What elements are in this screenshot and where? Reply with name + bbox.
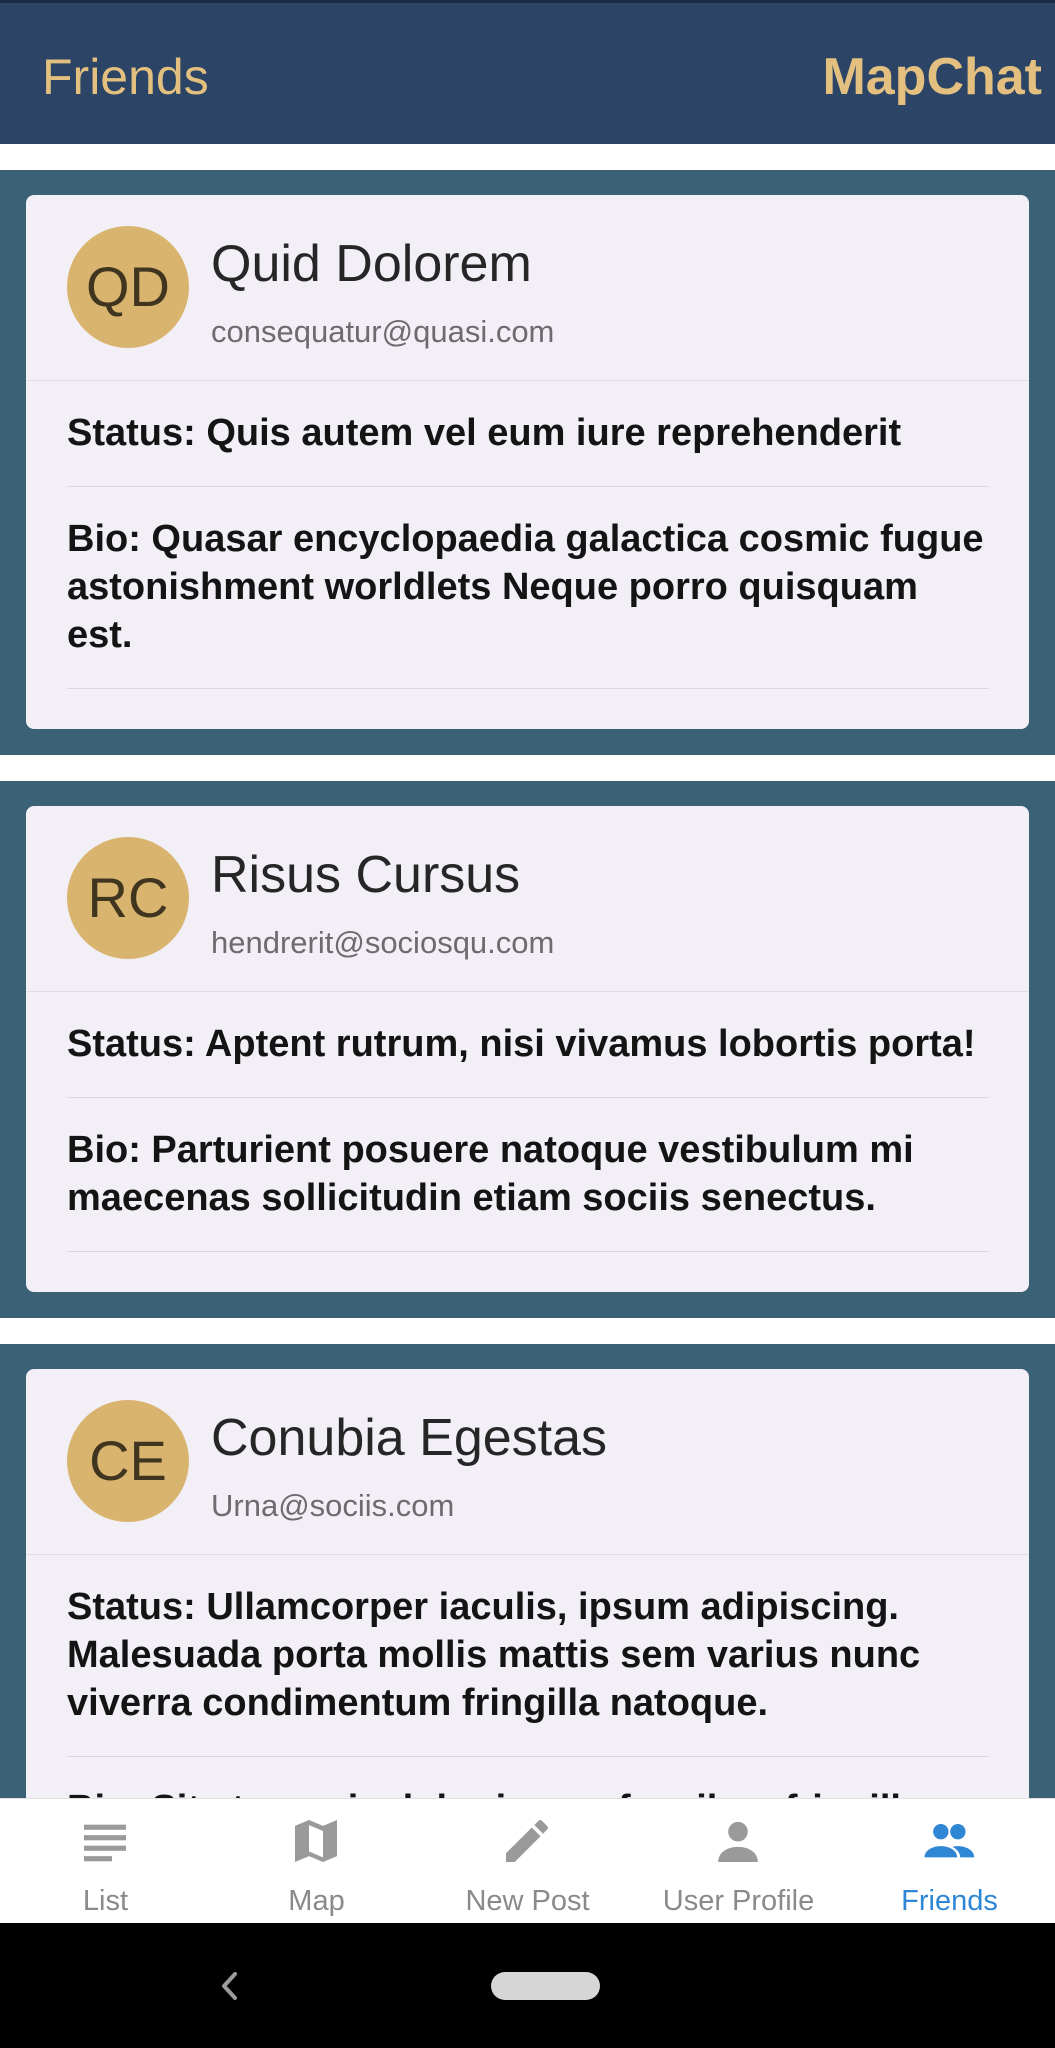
nav-item-friends[interactable]: Friends [844, 1799, 1055, 1924]
friend-tile: RC Risus Cursus hendrerit@sociosqu.com S… [0, 781, 1055, 1318]
friend-email: consequatur@quasi.com [211, 314, 555, 349]
avatar: CE [67, 1400, 189, 1522]
pencil-icon [506, 1820, 548, 1862]
friend-bio: Bio: Quasar encyclopaedia galactica cosm… [67, 487, 989, 689]
app-header: Friends MapChat [0, 0, 1055, 144]
friend-name: Quid Dolorem [211, 235, 532, 293]
friend-card-body: Status: Ullamcorper iaculis, ipsum adipi… [26, 1555, 1029, 1798]
friend-card-body: Status: Aptent rutrum, nisi vivamus lobo… [26, 992, 1029, 1252]
friend-tile: CE Conubia Egestas Urna@sociis.com Statu… [0, 1344, 1055, 1798]
friend-tile: QD Quid Dolorem consequatur@quasi.com St… [0, 170, 1055, 755]
nav-label: User Profile [662, 1885, 815, 1917]
friend-bio: Bio: Parturient posuere natoque vestibul… [67, 1098, 989, 1252]
list-icon [84, 1824, 126, 1862]
friend-email: Urna@sociis.com [211, 1488, 455, 1523]
friend-status: Status: Quis autem vel eum iure reprehen… [67, 381, 989, 487]
nav-item-map[interactable]: Map [211, 1799, 422, 1924]
friend-card[interactable]: CE Conubia Egestas Urna@sociis.com Statu… [26, 1369, 1029, 1798]
nav-item-new-post[interactable]: New Post [422, 1799, 633, 1924]
friend-name: Risus Cursus [211, 846, 521, 904]
nav-label: Friends [901, 1885, 998, 1917]
page-title: Friends [42, 49, 209, 105]
friend-name: Conubia Egestas [211, 1409, 608, 1467]
person-icon [718, 1821, 758, 1862]
nav-item-list[interactable]: List [0, 1799, 211, 1924]
friend-card[interactable]: RC Risus Cursus hendrerit@sociosqu.com S… [26, 806, 1029, 1292]
nav-label: List [82, 1885, 129, 1917]
friend-card[interactable]: QD Quid Dolorem consequatur@quasi.com St… [26, 195, 1029, 729]
home-button[interactable] [491, 1972, 600, 2000]
avatar: RC [67, 837, 189, 959]
people-icon [924, 1823, 975, 1858]
friend-card-header: QD Quid Dolorem consequatur@quasi.com [26, 195, 1029, 381]
nav-item-user-profile[interactable]: User Profile [633, 1799, 844, 1924]
friend-email: hendrerit@sociosqu.com [211, 925, 555, 960]
nav-label: Map [288, 1885, 345, 1917]
friend-card-header: RC Risus Cursus hendrerit@sociosqu.com [26, 806, 1029, 992]
bottom-navigation: List Map New Post User Profile Friends [0, 1798, 1055, 1924]
nav-label: New Post [465, 1885, 590, 1917]
friend-card-header: CE Conubia Egestas Urna@sociis.com [26, 1369, 1029, 1555]
system-navigation-bar [0, 1923, 1055, 2048]
map-icon [295, 1820, 337, 1862]
back-icon[interactable] [213, 1966, 247, 2006]
friend-status: Status: Aptent rutrum, nisi vivamus lobo… [67, 992, 989, 1098]
friends-list[interactable]: QD Quid Dolorem consequatur@quasi.com St… [0, 170, 1055, 1798]
avatar: QD [67, 226, 189, 348]
friend-bio: Bio: Sit at mauris dolor ipsum faucibus … [67, 1757, 989, 1798]
app-name: MapChat [822, 48, 1042, 106]
friend-card-body: Status: Quis autem vel eum iure reprehen… [26, 381, 1029, 689]
friend-status: Status: Ullamcorper iaculis, ipsum adipi… [67, 1555, 989, 1757]
